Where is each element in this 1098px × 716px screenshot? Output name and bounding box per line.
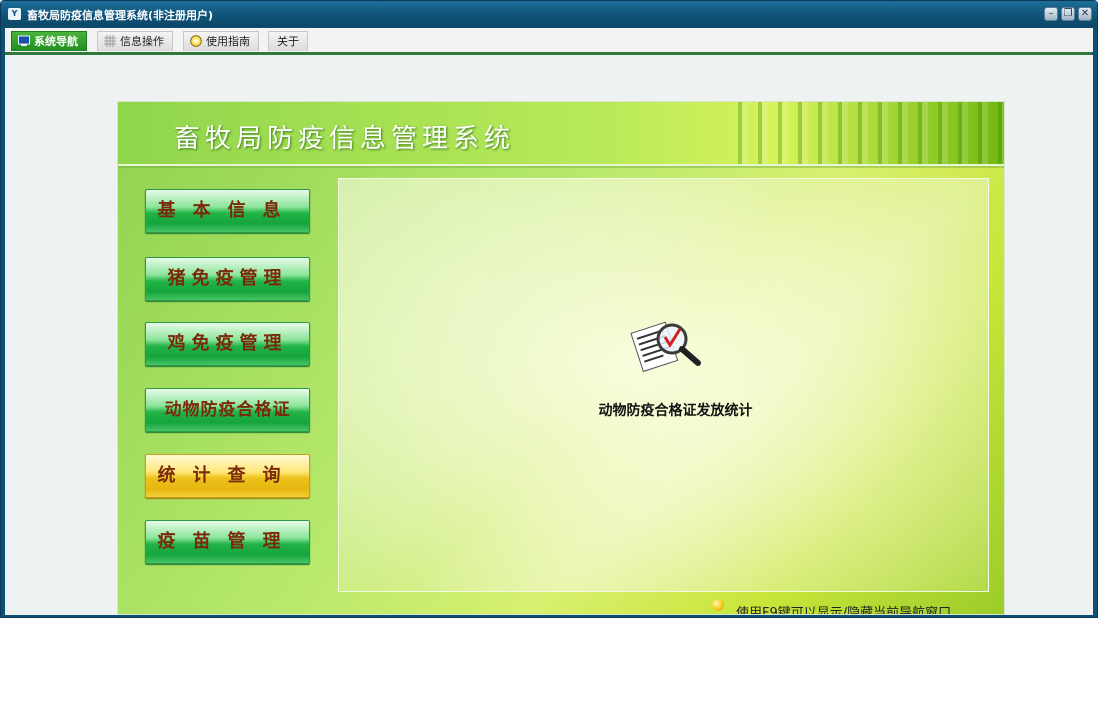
- hint-text: 使用F9键可以显示/隐藏当前导航窗口: [736, 606, 952, 615]
- system-title: 畜牧局防疫信息管理系统: [174, 124, 516, 154]
- tab-label: 信息操作: [120, 35, 164, 48]
- app-logo-icon: Y: [8, 8, 21, 20]
- tab-label: 使用指南: [206, 35, 250, 48]
- nav-button-pig-immunization[interactable]: 猪免疫管理: [145, 257, 310, 301]
- content-area: 动物防疫合格证发放统计: [338, 178, 989, 592]
- monitor-icon: [18, 35, 30, 46]
- header-decoration: [728, 102, 1004, 164]
- minimize-button[interactable]: –: [1044, 7, 1058, 21]
- certificate-statistics-link[interactable]: 动物防疫合格证发放统计: [339, 400, 1004, 420]
- grid-icon: [104, 35, 116, 47]
- panel-header: 畜牧局防疫信息管理系统: [118, 102, 1004, 164]
- tab-about[interactable]: 关于: [268, 31, 308, 51]
- window-title: 畜牧局防疫信息管理系统(非注册用户): [27, 9, 214, 22]
- tab-info-operations[interactable]: 信息操作: [97, 31, 173, 51]
- header-shadow: [118, 166, 1004, 168]
- tab-label: 关于: [277, 35, 299, 48]
- main-area: 畜牧局防疫信息管理系统 基本信息 猪免疫管理 鸡免疫管理 动物防疫合格证 统计查…: [5, 55, 1093, 615]
- tab-system-navigation[interactable]: 系统导航: [11, 31, 87, 51]
- restore-button[interactable]: ❐: [1061, 7, 1075, 21]
- nav-button-basic-info[interactable]: 基本信息: [145, 189, 310, 233]
- app-window: Y 畜牧局防疫信息管理系统(非注册用户) – ❐ ✕ 系统导航 信息操作 使用指…: [0, 0, 1098, 618]
- menu-bar: 系统导航 信息操作 使用指南 关于: [5, 28, 1093, 52]
- tab-label: 系统导航: [34, 35, 78, 48]
- nav-button-chicken-immunization[interactable]: 鸡免疫管理: [145, 322, 310, 366]
- hint-bulb-icon: [712, 599, 724, 611]
- help-circle-icon: [190, 35, 202, 47]
- magnifier-document-icon[interactable]: [630, 315, 704, 375]
- nav-button-statistics-query[interactable]: 统计查询: [145, 454, 310, 498]
- nav-button-animal-certificate[interactable]: 动物防疫合格证: [145, 388, 310, 432]
- navigation-panel: 畜牧局防疫信息管理系统 基本信息 猪免疫管理 鸡免疫管理 动物防疫合格证 统计查…: [117, 101, 1005, 615]
- title-bar[interactable]: Y 畜牧局防疫信息管理系统(非注册用户) – ❐ ✕: [1, 1, 1097, 27]
- nav-button-vaccine-management[interactable]: 疫苗管理: [145, 520, 310, 564]
- tab-user-guide[interactable]: 使用指南: [183, 31, 259, 51]
- close-button[interactable]: ✕: [1078, 7, 1092, 21]
- content-background: [339, 179, 988, 591]
